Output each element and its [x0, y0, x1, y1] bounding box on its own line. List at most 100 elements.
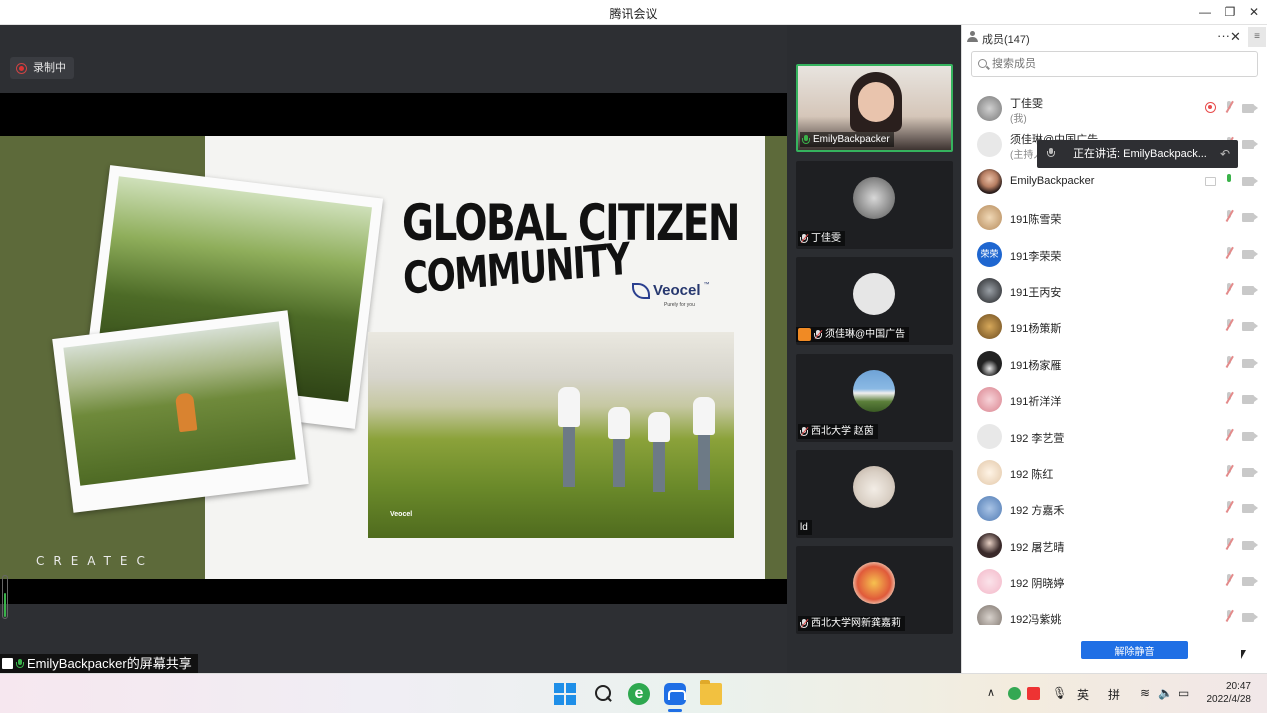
mic-muted-icon[interactable] [1224, 282, 1234, 296]
member-row[interactable]: 192 屠艺晴 [962, 527, 1267, 563]
wps-icon[interactable] [1027, 687, 1040, 700]
member-row[interactable]: 191祈洋洋 [962, 381, 1267, 417]
mic-muted-icon [814, 329, 823, 340]
mic-muted-icon[interactable] [1224, 428, 1234, 442]
mic-muted-icon[interactable] [1224, 319, 1234, 332]
member-role: (我) [1010, 114, 1027, 125]
video-tile-emily[interactable]: EmilyBackpacker [796, 64, 953, 152]
mic-on-icon[interactable] [1224, 173, 1234, 187]
member-row[interactable]: 荣荣 191李荣荣 [962, 236, 1267, 272]
member-name: 192 阴晓婷 [1010, 578, 1065, 591]
avatar [977, 605, 1002, 625]
camera-icon[interactable] [1242, 176, 1258, 186]
video-tile-gongjiali[interactable]: 西北大学网新龚嘉莉 [796, 546, 953, 634]
camera-off-icon[interactable] [1242, 249, 1258, 259]
presentation-slide: CREATEC GLOBAL CITIZEN COMMUNITY Veocel … [0, 136, 787, 579]
camera-off-icon[interactable] [1242, 213, 1258, 223]
mic-muted-icon[interactable] [1224, 537, 1234, 551]
member-search-input[interactable] [971, 51, 1258, 77]
camera-off-icon[interactable] [1242, 104, 1258, 113]
mic-muted-icon[interactable] [1224, 573, 1234, 587]
taskbar-search-icon[interactable] [592, 683, 614, 705]
video-tile-dingjiawen[interactable]: 丁佳雯 [796, 161, 953, 249]
restore-button[interactable]: ❐ [1219, 3, 1241, 21]
mic-muted-icon[interactable] [1224, 100, 1234, 114]
windows-start-icon[interactable] [554, 683, 576, 705]
camera-off-icon[interactable] [1242, 395, 1258, 405]
ime-mode[interactable]: 拼 [1108, 686, 1120, 703]
video-tile-host[interactable]: 须佳琳@中国广告 [796, 257, 953, 345]
mic-muted-icon[interactable] [1224, 355, 1234, 369]
member-row[interactable]: 192 阴晓婷 [962, 563, 1267, 599]
camera-off-icon[interactable] [1242, 140, 1258, 150]
speaking-now-text: 正在讲话: EmilyBackpack... [1073, 148, 1207, 160]
unmute-all-button[interactable]: 解除静音 [1081, 641, 1188, 659]
member-row[interactable]: 192冯紫姚 [962, 599, 1267, 625]
child-legs [698, 435, 710, 490]
tray-expand-icon[interactable]: ∧ [987, 686, 995, 699]
member-row[interactable]: 192 李艺萱 [962, 418, 1267, 454]
camera-off-icon[interactable] [1242, 431, 1258, 441]
camera-off-icon[interactable] [1242, 467, 1258, 477]
member-name: 191祈洋洋 [1010, 396, 1062, 409]
mic-icon [16, 658, 24, 669]
mic-muted-icon[interactable] [1224, 610, 1234, 623]
recording-indicator[interactable]: 录制中 [10, 57, 74, 79]
avatar [977, 387, 1002, 413]
ime-language[interactable]: 英 [1077, 686, 1089, 703]
wifi-icon[interactable]: ≋ [1140, 686, 1150, 700]
mic-muted-icon[interactable] [1224, 501, 1234, 514]
member-row[interactable]: 191王丙安 [962, 272, 1267, 308]
active-app-indicator [668, 709, 682, 712]
close-window-button[interactable]: ✕ [1243, 3, 1265, 21]
recording-label: 录制中 [33, 62, 66, 74]
microphone-tray-icon[interactable]: 🎙 [1052, 686, 1067, 700]
mic-muted-icon[interactable] [1224, 464, 1234, 478]
member-row[interactable]: 丁佳雯 (我) [962, 90, 1267, 126]
more-options-button[interactable]: ··· [1217, 28, 1230, 43]
veocel-leaf-icon [632, 282, 650, 299]
camera-off-icon[interactable] [1242, 322, 1258, 332]
member-row[interactable]: 191杨家雁 [962, 345, 1267, 381]
clock-date: 2022/4/28 [1206, 694, 1252, 705]
camera-off-icon[interactable] [1242, 540, 1258, 550]
clock-time: 20:47 [1225, 681, 1251, 692]
video-tile-ld[interactable]: ld [796, 450, 953, 538]
close-panel-button[interactable]: ✕ [1230, 29, 1241, 45]
speaking-now-tooltip[interactable]: 正在讲话: EmilyBackpack... ↶ [1037, 140, 1238, 168]
avatar [853, 562, 895, 604]
browser-icon[interactable]: e [628, 683, 650, 705]
camera-off-icon[interactable] [1242, 358, 1258, 368]
tencent-meeting-icon[interactable] [664, 683, 686, 705]
member-row[interactable]: 192 陈红 [962, 454, 1267, 490]
avatar [977, 532, 1002, 558]
mouse-cursor-icon [1241, 650, 1246, 659]
member-row[interactable]: 191杨策斯 [962, 308, 1267, 344]
member-row[interactable]: 192 方嘉禾 [962, 490, 1267, 526]
reply-arrow-icon[interactable]: ↶ [1220, 140, 1230, 168]
video-tile-zhaoyin[interactable]: 西北大学 赵茵 [796, 354, 953, 442]
member-name: EmilyBackpacker [1010, 174, 1095, 187]
mic-muted-icon[interactable] [1224, 246, 1234, 260]
battery-icon[interactable]: ▭ [1178, 686, 1189, 700]
photo-watermark: Veocel [390, 511, 413, 518]
system-clock[interactable]: 20:47 2022/4/28 [1203, 680, 1252, 706]
screen-share-label: EmilyBackpacker的屏幕共享 [0, 654, 198, 673]
panel-side-toggle[interactable]: ≡ [1248, 27, 1266, 47]
mic-muted-icon[interactable] [1224, 209, 1234, 223]
default-avatar-icon [977, 132, 1002, 158]
camera-off-icon[interactable] [1242, 577, 1258, 587]
volume-icon[interactable]: 🔈 [1158, 686, 1173, 700]
member-row[interactable]: EmilyBackpacker [962, 163, 1267, 199]
file-explorer-icon[interactable] [700, 680, 722, 705]
camera-off-icon[interactable] [1242, 613, 1258, 623]
member-row[interactable]: 191陈雪荣 [962, 199, 1267, 235]
minimize-button[interactable]: — [1194, 3, 1216, 21]
mic-muted-icon[interactable] [1224, 391, 1234, 405]
volume-level-indicator [2, 575, 8, 619]
member-status-icons [1224, 246, 1258, 260]
tray-app-icon[interactable] [1008, 687, 1021, 700]
child-legs [613, 439, 625, 487]
camera-off-icon[interactable] [1242, 285, 1258, 295]
camera-off-icon[interactable] [1242, 504, 1258, 514]
